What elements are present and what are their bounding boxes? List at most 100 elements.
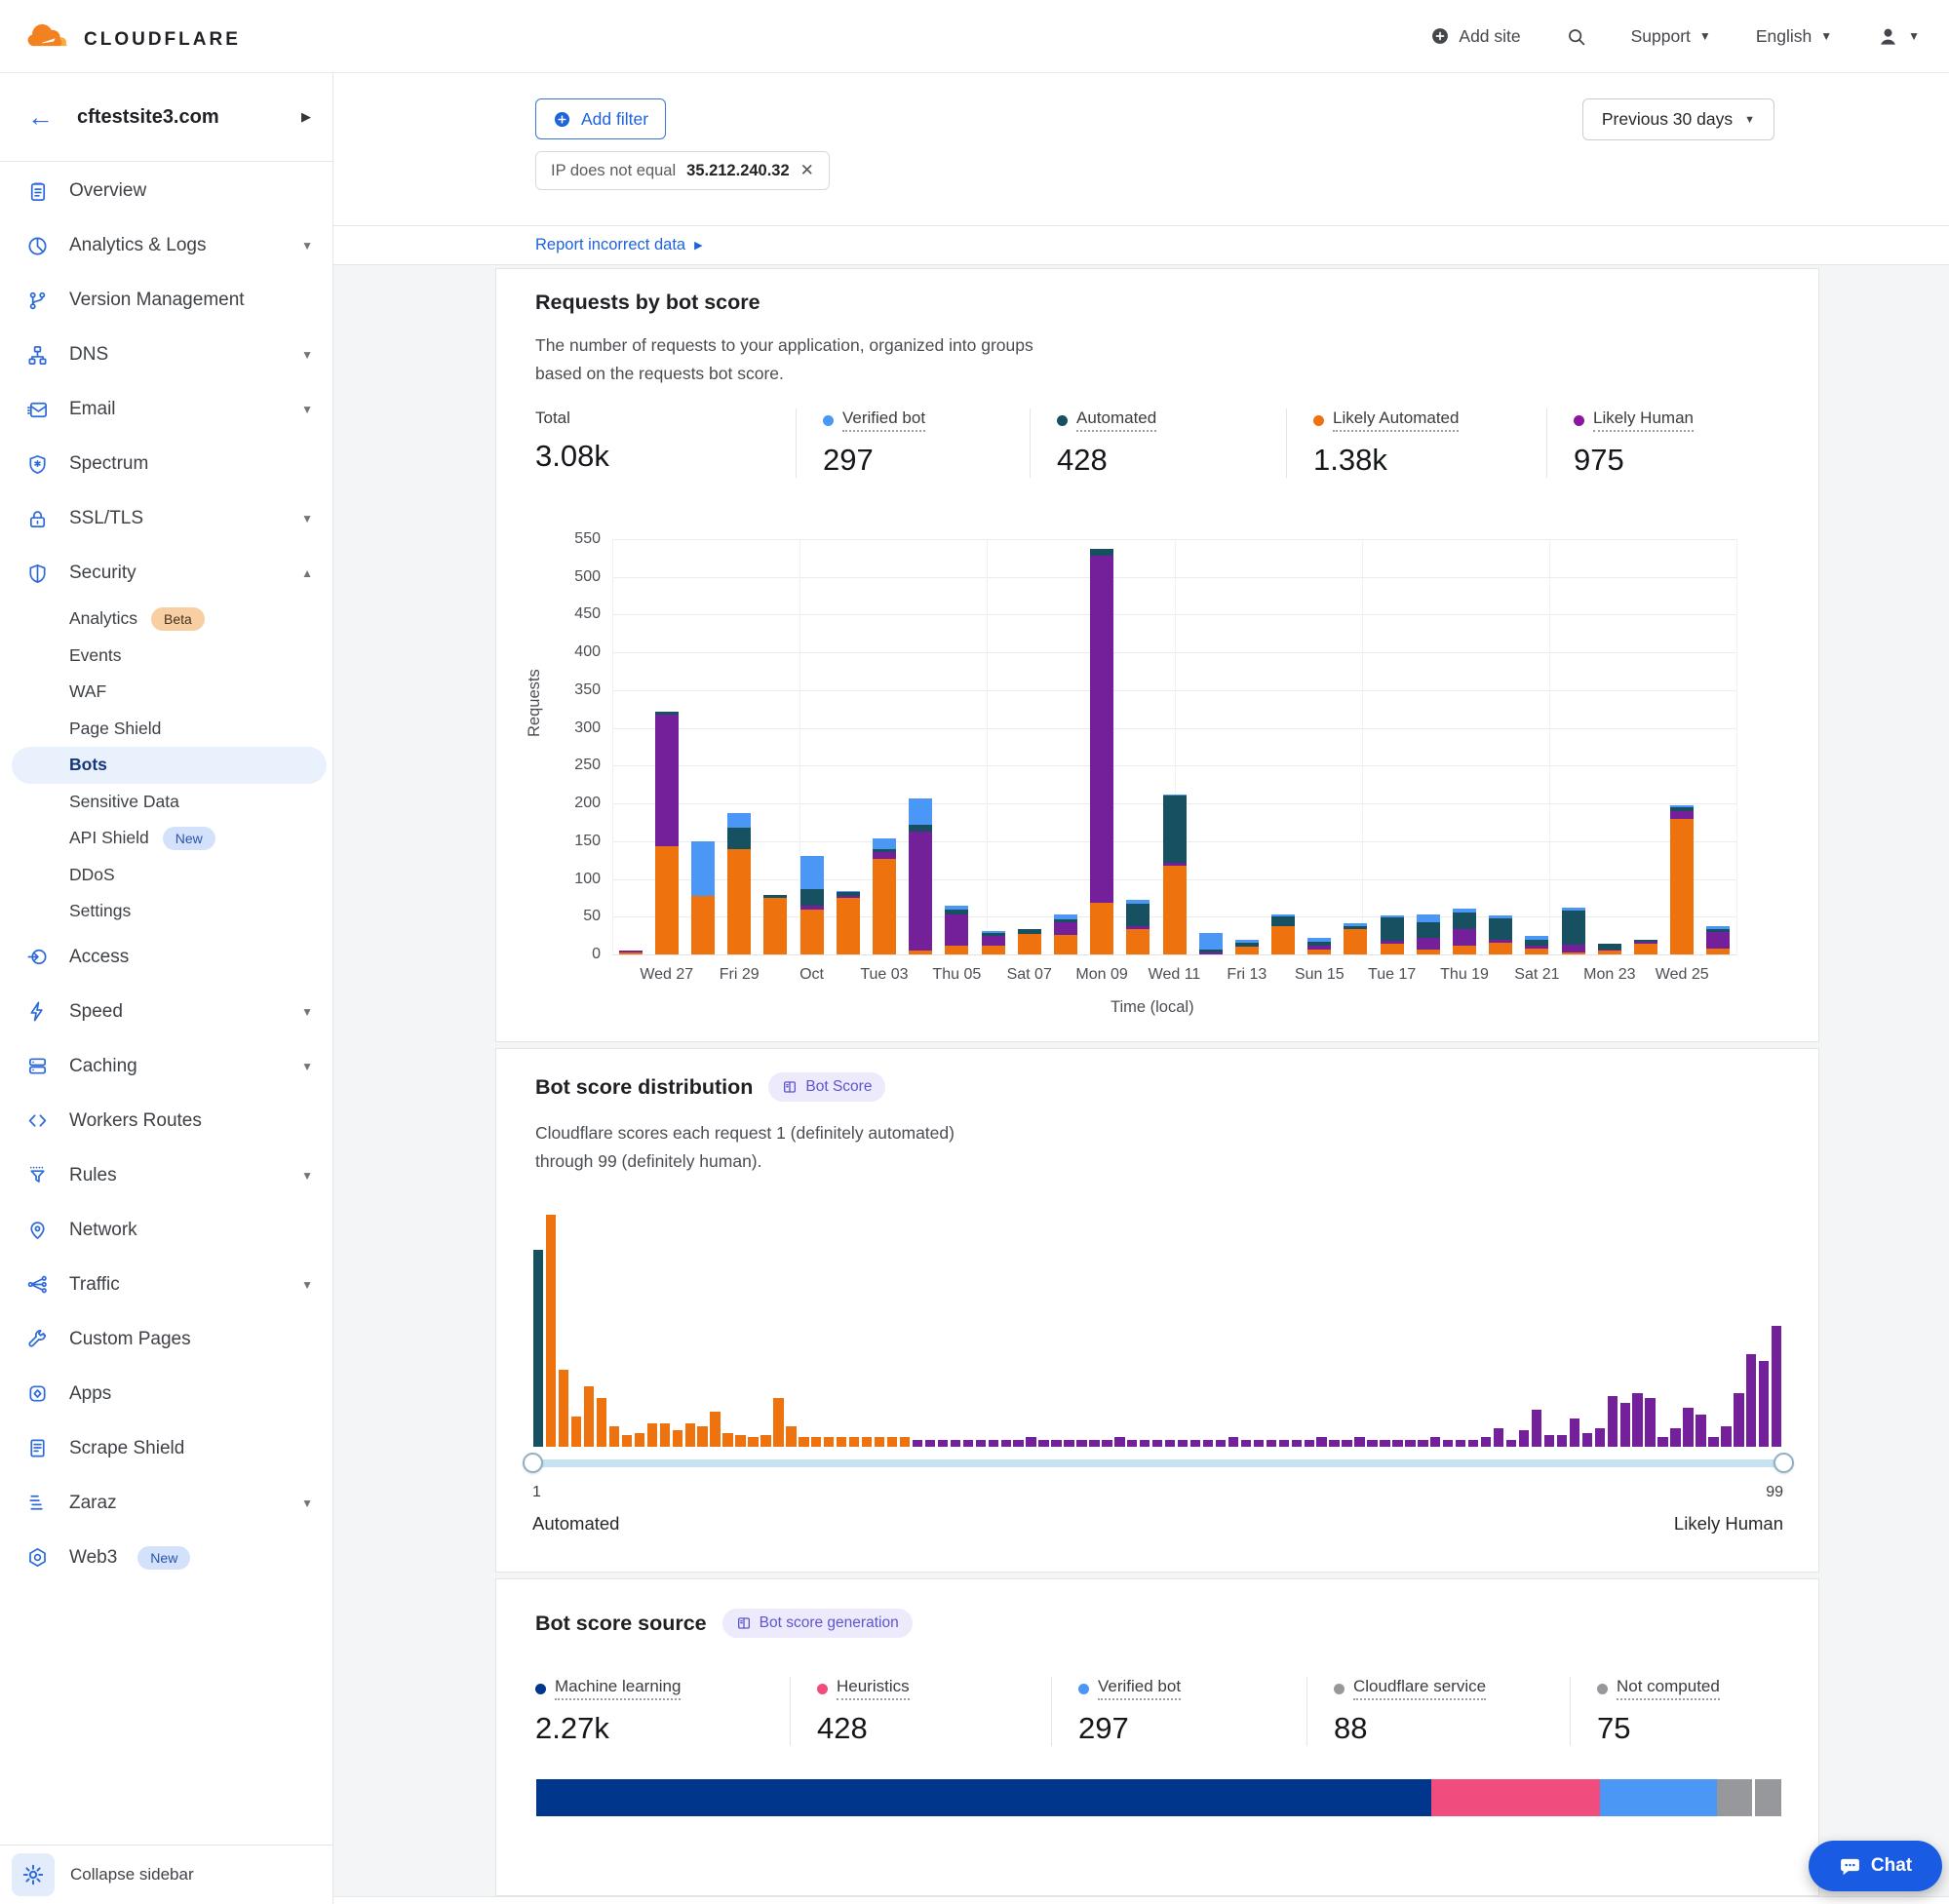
sidebar-item-email[interactable]: Email▼ — [0, 382, 332, 437]
bar-segment-likely-automated — [1018, 934, 1041, 954]
score-max-label: 99 — [1754, 1484, 1783, 1501]
language-menu[interactable]: English ▼ — [1756, 26, 1832, 47]
y-tick-label: 300 — [550, 719, 601, 737]
sidebar-item-version-management[interactable]: Version Management — [0, 273, 332, 328]
time-range-dropdown[interactable]: Previous 30 days ▼ — [1582, 98, 1774, 140]
gridline — [1549, 539, 1550, 954]
bar-segment-likely-human — [1598, 950, 1621, 952]
sidebar-item-label: Analytics — [69, 608, 137, 629]
stat-value: 297 — [1078, 1711, 1289, 1746]
sidebar-item-waf[interactable]: WAF — [0, 674, 332, 711]
legend-dot — [1574, 415, 1584, 426]
sidebar-item-dns[interactable]: DNS▼ — [0, 328, 332, 382]
bar-segment-likely-human — [1381, 941, 1404, 944]
sidebar-item-spectrum[interactable]: Spectrum — [0, 437, 332, 491]
bar-segment-verified-bot — [1670, 805, 1694, 807]
sidebar-item-sensitive-data[interactable]: Sensitive Data — [0, 784, 332, 821]
bar-segment-likely-human — [1670, 811, 1694, 819]
account-menu[interactable]: ▼ — [1877, 25, 1920, 48]
sidebar-item-access[interactable]: Access — [0, 930, 332, 985]
sidebar-item-label: Analytics & Logs — [69, 235, 281, 256]
bar-segment-automated — [873, 849, 896, 853]
close-icon[interactable]: ✕ — [800, 161, 814, 180]
sidebar-item-events[interactable]: Events — [0, 638, 332, 675]
bar-segment-likely-human — [1307, 946, 1331, 950]
histogram-bar — [900, 1437, 910, 1447]
stat-label[interactable]: Machine learning — [555, 1677, 681, 1700]
sidebar-item-zaraz[interactable]: Zaraz▼ — [0, 1476, 332, 1531]
bar-segment-likely-automated — [1307, 950, 1331, 954]
filter-chip[interactable]: IP does not equal 35.212.240.32 ✕ — [535, 151, 830, 190]
bar-segment-automated — [1670, 807, 1694, 811]
bar-segment-automated — [1706, 929, 1730, 931]
stat-label[interactable]: Likely Human — [1593, 408, 1694, 432]
chat-button[interactable]: Chat — [1809, 1841, 1942, 1891]
bar-segment-likely-human — [837, 896, 860, 898]
histogram-bar — [1582, 1433, 1592, 1447]
analytics-icon — [26, 235, 49, 257]
sidebar-item-speed[interactable]: Speed▼ — [0, 985, 332, 1039]
sidebar-item-api-shield[interactable]: API ShieldNew — [0, 820, 332, 857]
stat-label[interactable]: Likely Automated — [1333, 408, 1459, 432]
score-slider-handle-max[interactable] — [1774, 1453, 1794, 1473]
settings-gear-button[interactable] — [12, 1853, 55, 1896]
sidebar-item-custom-pages[interactable]: Custom Pages — [0, 1312, 332, 1367]
add-site-button[interactable]: Add site — [1430, 26, 1520, 47]
sidebar-item-ssl-tls[interactable]: SSL/TLS▼ — [0, 491, 332, 546]
sidebar-item-web3[interactable]: Web3New — [0, 1531, 332, 1585]
search-icon[interactable] — [1566, 26, 1586, 47]
chat-bubble-icon — [1839, 1855, 1861, 1878]
requests-by-bot-score-card: Requests by bot score The number of requ… — [495, 268, 1819, 1042]
sidebar-item-scrape-shield[interactable]: Scrape Shield — [0, 1421, 332, 1476]
bar-segment-automated — [1453, 913, 1476, 930]
histogram-bar — [976, 1440, 986, 1447]
bar-segment-verified-bot — [909, 798, 932, 825]
sidebar-item-workers-routes[interactable]: Workers Routes — [0, 1094, 332, 1148]
histogram-bar — [584, 1386, 594, 1447]
histogram-bar — [1279, 1440, 1289, 1447]
sidebar-item-security[interactable]: Security▲ — [0, 546, 332, 601]
sidebar-item-caching[interactable]: Caching▼ — [0, 1039, 332, 1094]
bot-score-badge[interactable]: Bot Score — [768, 1072, 885, 1102]
add-filter-button[interactable]: Add filter — [535, 98, 666, 139]
histogram-bar — [1683, 1408, 1693, 1447]
score-slider-handle-min[interactable] — [523, 1453, 543, 1473]
sidebar-item-apps[interactable]: Apps — [0, 1367, 332, 1421]
histogram-bar — [609, 1426, 619, 1447]
histogram-bar — [1519, 1430, 1529, 1447]
sidebar-item-page-shield[interactable]: Page Shield — [0, 711, 332, 748]
stat-label[interactable]: Cloudflare service — [1353, 1677, 1486, 1700]
stat-label[interactable]: Verified bot — [1098, 1677, 1181, 1700]
histogram-bar — [786, 1426, 796, 1447]
sidebar-item-settings[interactable]: Settings — [0, 893, 332, 930]
support-menu[interactable]: Support ▼ — [1631, 26, 1711, 47]
sidebar-item-analytics-logs[interactable]: Analytics & Logs▼ — [0, 218, 332, 273]
stat-total: Total3.08k — [535, 408, 796, 478]
stat-label[interactable]: Automated — [1076, 408, 1156, 432]
sidebar-item-rules[interactable]: Rules▼ — [0, 1148, 332, 1203]
sidebar-item-ddos[interactable]: DDoS — [0, 857, 332, 894]
automated-label: Automated — [532, 1513, 619, 1535]
sidebar-item-traffic[interactable]: Traffic▼ — [0, 1258, 332, 1312]
topbar: CLOUDFLARE Add site Support ▼ English ▼ … — [0, 0, 1949, 73]
sidebar-item-label: Network — [69, 1220, 313, 1241]
sidebar-item-analytics[interactable]: AnalyticsBeta — [0, 601, 332, 638]
histogram-bar — [1051, 1440, 1061, 1447]
report-incorrect-data-link[interactable]: Report incorrect data ▶ — [535, 236, 703, 254]
sidebar-item-label: Scrape Shield — [69, 1438, 313, 1459]
cloudflare-logo[interactable]: CLOUDFLARE — [25, 19, 241, 53]
sidebar-item-bots[interactable]: Bots — [12, 747, 327, 784]
stat-label[interactable]: Not computed — [1617, 1677, 1720, 1700]
workers-icon — [26, 1109, 49, 1132]
sidebar-item-overview[interactable]: Overview — [0, 164, 332, 218]
collapse-sidebar-label[interactable]: Collapse sidebar — [70, 1865, 194, 1885]
bar-segment-likely-human — [1706, 932, 1730, 949]
sidebar-item-network[interactable]: Network — [0, 1203, 332, 1258]
stat-label[interactable]: Heuristics — [837, 1677, 910, 1700]
bar-segment-verified-bot — [1271, 914, 1295, 916]
stat-label[interactable]: Verified bot — [842, 408, 925, 432]
back-arrow-icon[interactable]: ← — [27, 104, 54, 131]
chevron-right-icon[interactable]: ▶ — [301, 109, 311, 125]
histogram-bar — [1114, 1437, 1124, 1447]
bot-score-generation-badge[interactable]: Bot score generation — [722, 1609, 913, 1638]
